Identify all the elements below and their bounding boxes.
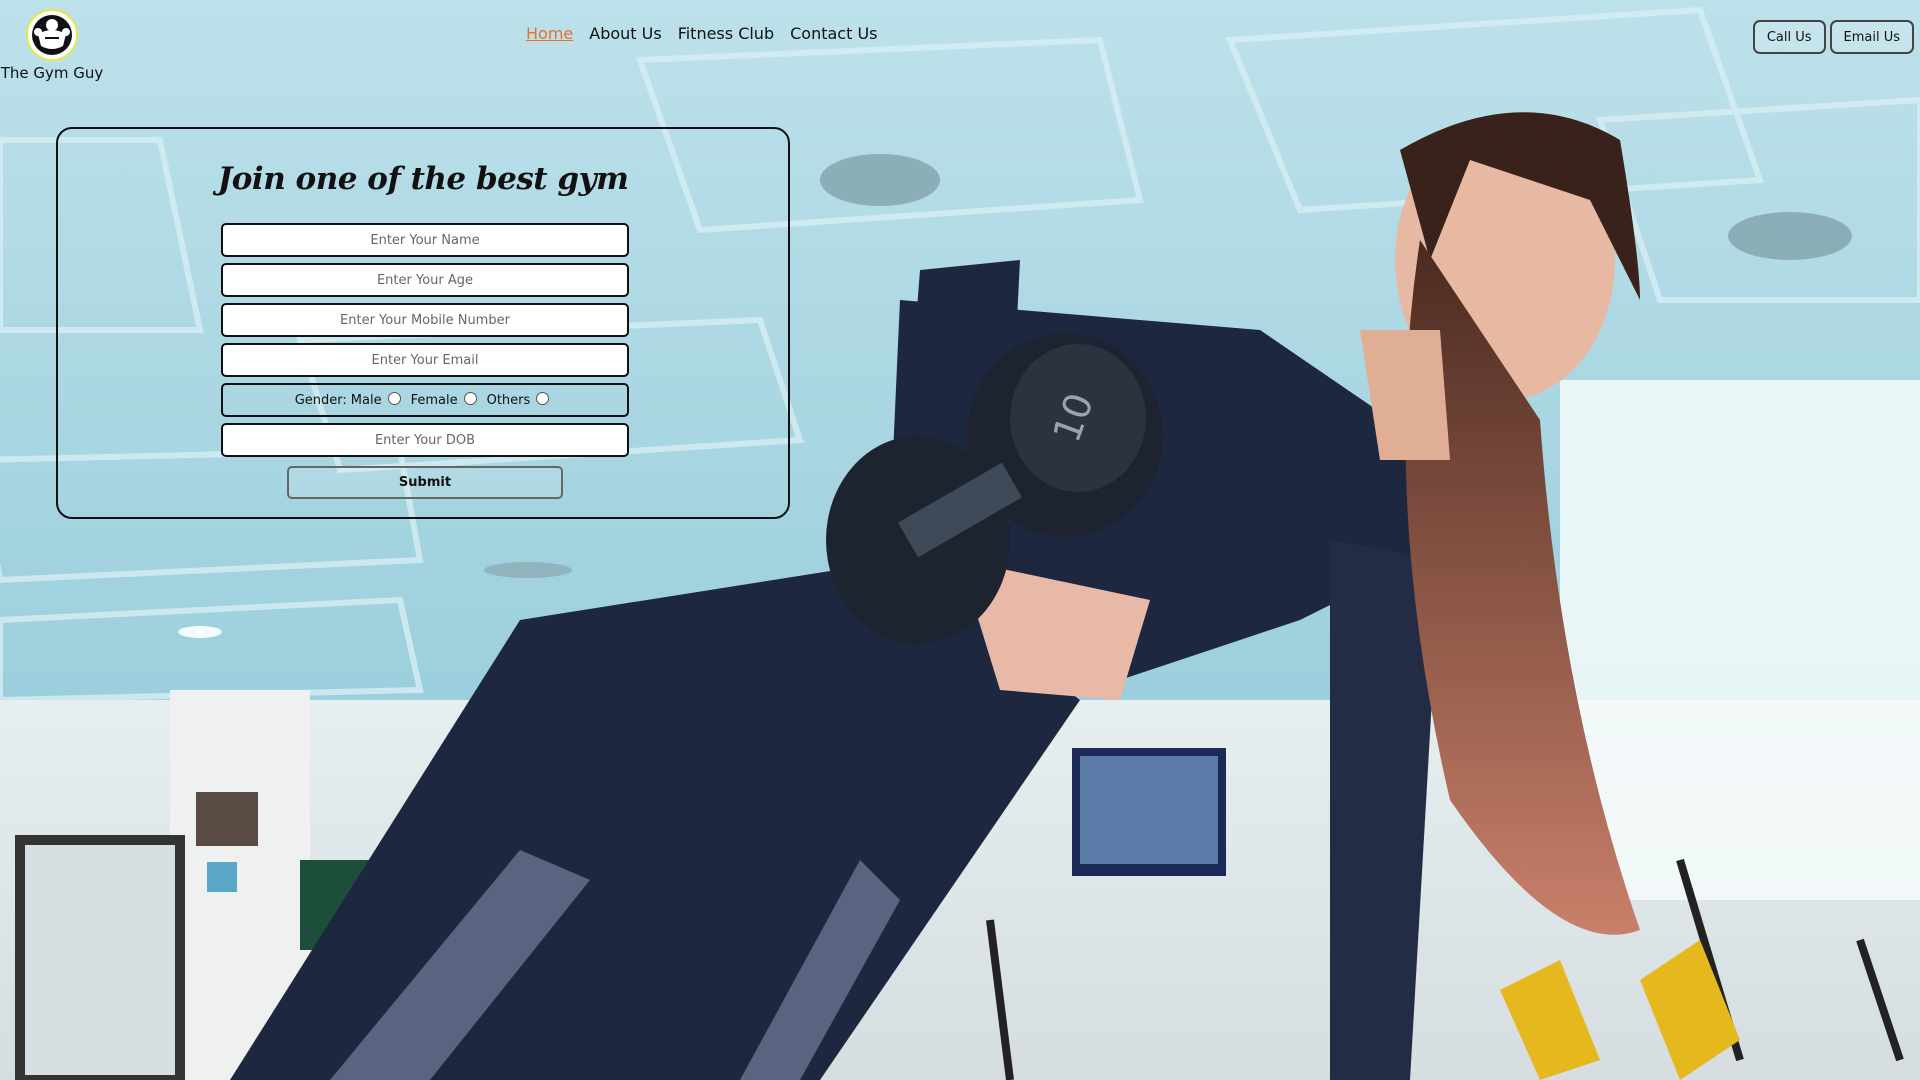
gender-others-radio[interactable] (536, 391, 550, 405)
bodybuilder-icon (26, 9, 78, 61)
mobile-input[interactable] (221, 303, 629, 337)
nav-contact-link[interactable]: Contact Us (790, 24, 877, 43)
gender-option-female-label: Female (410, 392, 458, 408)
call-us-button[interactable]: Call Us (1752, 20, 1826, 54)
header-actions: Call Us Email Us (1752, 20, 1914, 54)
brand-name: The Gym Guy (0, 64, 104, 82)
join-form-card: Join one of the best gym Gender:Male Fem… (56, 127, 790, 519)
gender-option-male-label: Male (350, 392, 382, 408)
age-input[interactable] (221, 263, 629, 297)
gender-female-radio[interactable] (463, 391, 477, 405)
gender-male-radio[interactable] (387, 391, 401, 405)
name-input[interactable] (221, 223, 629, 257)
svg-text:10: 10 (1044, 387, 1102, 447)
nav-fitness-club-link[interactable]: Fitness Club (678, 24, 774, 43)
email-us-button[interactable]: Email Us (1829, 20, 1914, 54)
nav-home-link[interactable]: Home (526, 24, 573, 43)
main-nav: Home About Us Fitness Club Contact Us (526, 24, 878, 43)
brand-logo[interactable]: The Gym Guy (1, 8, 103, 82)
gender-option-others-label: Others (486, 392, 531, 408)
nav-about-link[interactable]: About Us (589, 24, 661, 43)
form-title: Join one of the best gym (217, 161, 629, 197)
page: 10 The Gym Guy Home About Us Fitness Clu… (0, 0, 1920, 1080)
submit-button[interactable]: Submit (287, 466, 563, 499)
dob-input[interactable] (221, 423, 629, 457)
email-input[interactable] (221, 343, 629, 377)
gender-field: Gender: Male Female Others (221, 383, 629, 417)
gender-label: Gender: (294, 392, 347, 408)
